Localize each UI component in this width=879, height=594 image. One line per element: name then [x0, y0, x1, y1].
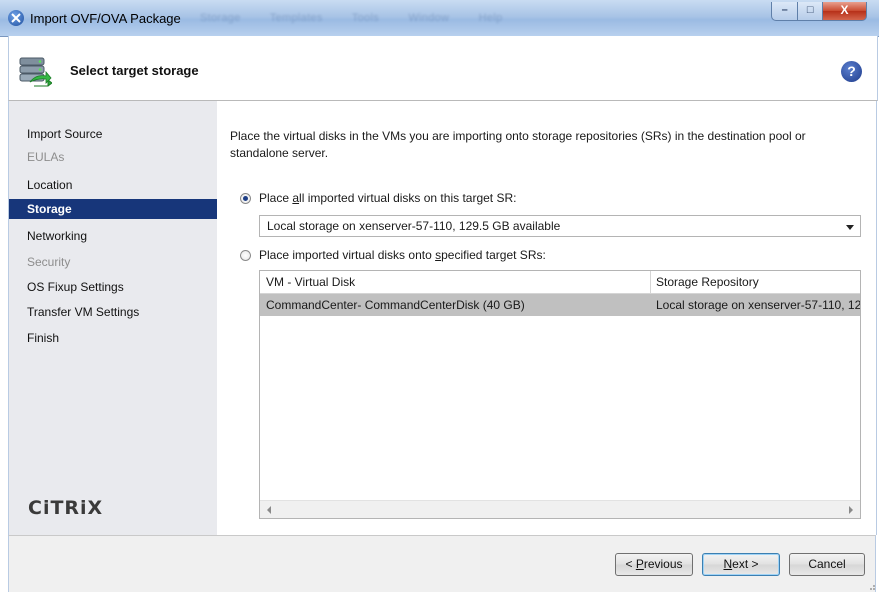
nav-step-storage[interactable]: Storage — [9, 199, 217, 219]
button-label-part: < — [625, 557, 636, 571]
close-icon: X — [840, 3, 849, 17]
scroll-left-icon[interactable] — [267, 506, 271, 514]
close-button[interactable]: X — [822, 2, 867, 21]
nav-step-os-fixup-settings[interactable]: OS Fixup Settings — [9, 277, 217, 297]
maximize-icon: □ — [806, 4, 814, 16]
radio-specified-srs-label[interactable]: Place imported virtual disks onto specif… — [259, 248, 546, 262]
nav-step-transfer-vm-settings[interactable]: Transfer VM Settings — [9, 302, 217, 322]
horizontal-scrollbar[interactable] — [260, 500, 860, 518]
label-part: ll imported virtual disks on this target… — [299, 191, 517, 205]
next-button[interactable]: Next > — [702, 553, 780, 576]
column-separator[interactable] — [650, 271, 651, 293]
column-header-vm-virtual-disk[interactable]: VM - Virtual Disk — [266, 275, 355, 289]
button-label-part: revious — [643, 557, 683, 571]
background-menu-help: Help — [478, 12, 503, 24]
scroll-right-icon[interactable] — [849, 506, 853, 514]
window-title: Import OVF/OVA Package — [30, 11, 181, 26]
cell-vm-virtual-disk: CommandCenter- CommandCenterDisk (40 GB) — [266, 298, 525, 312]
instructions-text: Place the virtual disks in the VMs you a… — [230, 129, 806, 160]
label-part: Place imported virtual disks onto — [259, 248, 436, 262]
page-title: Select target storage — [70, 63, 199, 78]
nav-step-import-source[interactable]: Import Source — [9, 124, 217, 144]
resize-grip-icon[interactable] — [866, 580, 876, 590]
minimize-button[interactable]: – — [771, 2, 799, 21]
previous-button[interactable]: < Previous — [615, 553, 693, 576]
citrix-logo: CiTRiX — [28, 497, 104, 519]
nav-step-location[interactable]: Location — [9, 175, 217, 195]
target-sr-selected-value: Local storage on xenserver-57-110, 129.5… — [267, 219, 561, 233]
background-menu-templates: Templates — [269, 12, 323, 24]
cancel-button[interactable]: Cancel — [789, 553, 865, 576]
maximize-button[interactable]: □ — [798, 2, 823, 21]
table-row[interactable]: CommandCenter- CommandCenterDisk (40 GB)… — [260, 294, 860, 316]
radio-all-disks-one-sr[interactable] — [240, 193, 251, 204]
minimize-icon: – — [781, 4, 788, 16]
button-accelerator: P — [635, 557, 644, 571]
button-label-part: ext > — [732, 557, 759, 571]
column-header-storage-repository[interactable]: Storage Repository — [656, 275, 759, 289]
radio-specified-srs[interactable] — [240, 250, 251, 261]
nav-step-networking[interactable]: Networking — [9, 226, 217, 246]
nav-step-eulas: EULAs — [27, 150, 65, 164]
chevron-down-icon — [846, 225, 854, 230]
storage-import-icon — [16, 52, 53, 88]
button-accelerator: N — [723, 557, 733, 571]
disk-sr-grid[interactable]: VM - Virtual Disk Storage Repository Com… — [259, 270, 861, 519]
window-controls: – □ X — [771, 2, 867, 22]
target-sr-dropdown[interactable]: Local storage on xenserver-57-110, 129.5… — [259, 215, 861, 237]
cell-storage-repository[interactable]: Local storage on xenserver-57-110, 129.5… — [656, 298, 860, 312]
radio-all-disks-one-sr-label[interactable]: Place all imported virtual disks on this… — [259, 191, 516, 205]
nav-step-finish[interactable]: Finish — [9, 328, 217, 348]
grid-header: VM - Virtual Disk Storage Repository — [260, 271, 860, 294]
wizard-steps-sidebar: Import Source EULAs Location Storage Net… — [8, 101, 218, 535]
background-menu: Storage Templates Tools Window Help — [200, 12, 529, 24]
nav-step-security: Security — [27, 255, 71, 269]
label-part: pecified target SRs: — [441, 248, 546, 262]
label-part: Place — [259, 191, 293, 205]
help-icon[interactable]: ? — [841, 61, 862, 82]
background-menu-window: Window — [408, 12, 450, 24]
app-icon — [8, 10, 24, 26]
background-menu-storage: Storage — [200, 12, 241, 24]
background-menu-tools: Tools — [351, 12, 380, 24]
